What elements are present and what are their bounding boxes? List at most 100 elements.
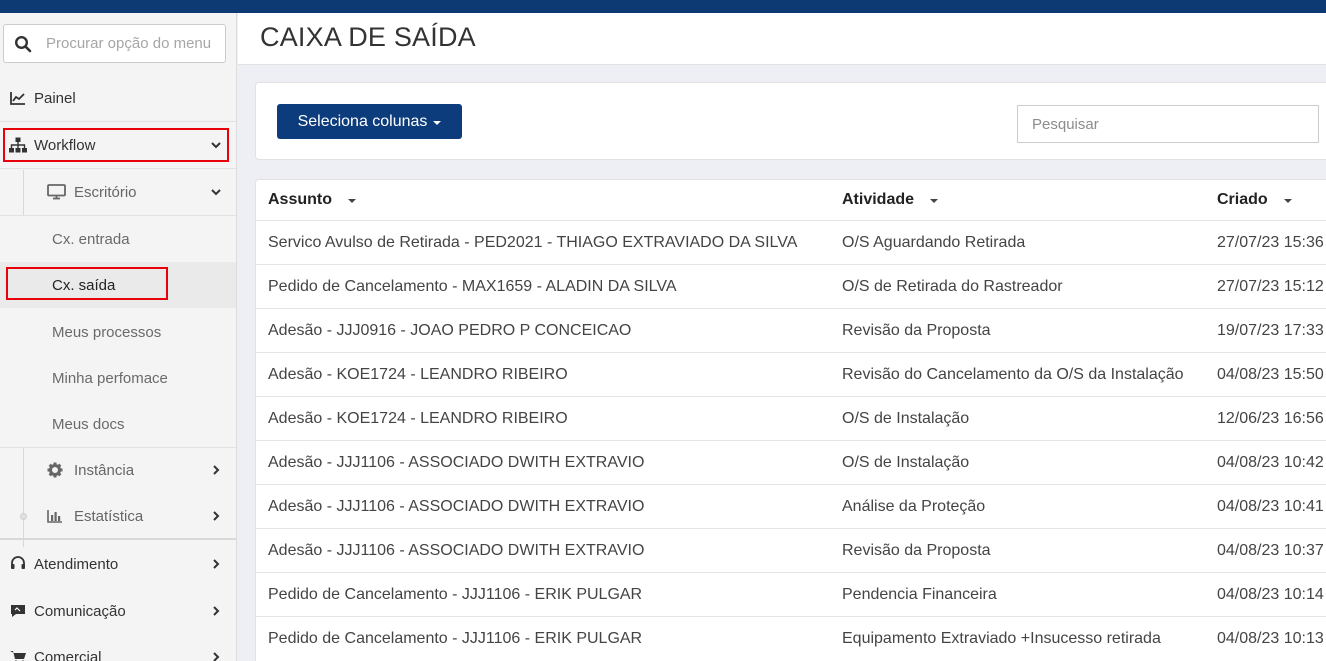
sidebar-item-comunicacao[interactable]: Comunicação bbox=[0, 589, 236, 633]
chevron-right-icon bbox=[213, 652, 220, 661]
cell-criado: 27/07/23 15:12 bbox=[1217, 278, 1324, 295]
column-header-assunto[interactable]: Assunto bbox=[268, 180, 356, 220]
chevron-right-icon bbox=[213, 606, 220, 616]
sidebar-item-comercial[interactable]: Comercial bbox=[0, 635, 236, 661]
outbox-table: Assunto Atividade Criado Servico Avulso … bbox=[255, 179, 1326, 661]
table-row[interactable]: Pedido de Cancelamento - JJJ1106 - ERIK … bbox=[256, 572, 1326, 616]
line-chart-icon bbox=[9, 89, 27, 107]
cart-icon bbox=[9, 648, 27, 661]
cell-atividade: Revisão da Proposta bbox=[842, 322, 991, 339]
table-row[interactable]: Adesão - JJJ1106 - ASSOCIADO DWITH EXTRA… bbox=[256, 440, 1326, 484]
sidebar-item-label: Meus processos bbox=[52, 323, 162, 341]
cell-criado: 04/08/23 10:41 bbox=[1217, 498, 1324, 515]
cell-criado: 04/08/23 10:13 bbox=[1217, 630, 1324, 647]
highlight-box-workflow bbox=[3, 128, 229, 162]
cell-assunto: Adesão - KOE1724 - LEANDRO RIBEIRO bbox=[268, 366, 568, 383]
sidebar-item-label: Meus docs bbox=[52, 415, 125, 433]
cell-criado: 04/08/23 10:37 bbox=[1217, 542, 1324, 559]
sidebar-item-meus-processos[interactable]: Meus processos bbox=[0, 309, 236, 355]
toolbar-card: Seleciona colunas bbox=[255, 82, 1326, 160]
search-icon bbox=[14, 35, 32, 53]
sidebar-item-meus-docs[interactable]: Meus docs bbox=[0, 401, 236, 447]
sort-caret-icon bbox=[930, 199, 939, 203]
chat-icon bbox=[9, 602, 27, 620]
sidebar-item-atendimento[interactable]: Atendimento bbox=[0, 542, 236, 586]
chevron-right-icon bbox=[213, 465, 220, 475]
cell-assunto: Servico Avulso de Retirada - PED2021 - T… bbox=[268, 234, 798, 251]
table-row[interactable]: Adesão - JJJ1106 - ASSOCIADO DWITH EXTRA… bbox=[256, 484, 1326, 528]
sidebar-group-instancia[interactable]: Instância bbox=[0, 447, 236, 493]
chevron-down-icon bbox=[211, 189, 221, 196]
chevron-right-icon bbox=[213, 511, 220, 521]
sidebar-item-label: Cx. entrada bbox=[52, 230, 130, 248]
cell-assunto: Pedido de Cancelamento - JJJ1106 - ERIK … bbox=[268, 586, 643, 603]
sort-caret-icon bbox=[1283, 199, 1292, 203]
cell-atividade: Pendencia Financeira bbox=[842, 586, 997, 603]
sidebar-item-painel[interactable]: Painel bbox=[0, 76, 236, 120]
table-row[interactable]: Adesão - JJJ0916 - JOAO PEDRO P CONCEICA… bbox=[256, 308, 1326, 352]
cell-assunto: Adesão - KOE1724 - LEANDRO RIBEIRO bbox=[268, 410, 568, 427]
sidebar-group-label: Escritório bbox=[74, 183, 137, 201]
sidebar: Painel Workflow Escritório Cx. entrada C… bbox=[0, 13, 237, 661]
sidebar-group-label: Estatística bbox=[74, 507, 144, 525]
cell-assunto: Pedido de Cancelamento - JJJ1106 - ERIK … bbox=[268, 630, 643, 647]
page-header: CAIXA DE SAÍDA bbox=[238, 13, 1326, 65]
cell-atividade: Equipamento Extraviado +Insucesso retira… bbox=[842, 630, 1161, 647]
cell-assunto: Adesão - JJJ1106 - ASSOCIADO DWITH EXTRA… bbox=[268, 542, 645, 559]
cell-atividade: Análise da Proteção bbox=[842, 498, 986, 515]
chevron-right-icon bbox=[213, 559, 220, 569]
monitor-icon bbox=[47, 184, 66, 200]
column-header-label: Atividade bbox=[842, 191, 915, 208]
cell-atividade: Revisão da Proposta bbox=[842, 542, 991, 559]
sidebar-item-label: Comercial bbox=[34, 648, 102, 661]
headset-icon bbox=[9, 555, 27, 573]
sidebar-item-label: Atendimento bbox=[34, 555, 119, 573]
cell-criado: 04/08/23 10:14 bbox=[1217, 586, 1324, 603]
cell-assunto: Pedido de Cancelamento - MAX1659 - ALADI… bbox=[268, 278, 677, 295]
cell-assunto: Adesão - JJJ1106 - ASSOCIADO DWITH EXTRA… bbox=[268, 454, 645, 471]
table-row[interactable]: Servico Avulso de Retirada - PED2021 - T… bbox=[256, 220, 1326, 264]
cell-criado: 12/06/23 16:56 bbox=[1217, 410, 1324, 427]
cell-atividade: O/S de Retirada do Rastreador bbox=[842, 278, 1063, 295]
sidebar-item-label: Comunicação bbox=[34, 602, 126, 620]
sidebar-item-cx-entrada[interactable]: Cx. entrada bbox=[0, 216, 236, 262]
sidebar-item-label: Minha perfomace bbox=[52, 369, 168, 387]
table-search-input[interactable] bbox=[1017, 105, 1319, 143]
sort-caret-icon bbox=[348, 199, 356, 203]
cell-criado: 19/07/23 17:33 bbox=[1217, 322, 1324, 339]
sidebar-group-escritorio[interactable]: Escritório bbox=[0, 169, 236, 215]
sidebar-group-estatistica[interactable]: Estatística bbox=[0, 493, 236, 539]
cell-criado: 04/08/23 10:42 bbox=[1217, 454, 1324, 471]
column-header-atividade[interactable]: Atividade bbox=[842, 180, 939, 220]
cell-atividade: O/S Aguardando Retirada bbox=[842, 234, 1026, 251]
menu-search-input[interactable] bbox=[46, 29, 224, 58]
cell-atividade: O/S de Instalação bbox=[842, 410, 970, 427]
cell-atividade: Revisão do Cancelamento da O/S da Instal… bbox=[842, 366, 1184, 383]
column-header-label: Criado bbox=[1217, 191, 1268, 208]
sidebar-item-minha-performance[interactable]: Minha perfomace bbox=[0, 355, 236, 401]
table-row[interactable]: Pedido de Cancelamento - JJJ1106 - ERIK … bbox=[256, 616, 1326, 660]
column-header-label: Assunto bbox=[268, 191, 332, 208]
cell-criado: 27/07/23 15:36 bbox=[1217, 234, 1324, 251]
sidebar-item-label: Painel bbox=[34, 89, 76, 107]
menu-search-box[interactable] bbox=[3, 24, 226, 63]
cell-assunto: Adesão - JJJ1106 - ASSOCIADO DWITH EXTRA… bbox=[268, 498, 645, 515]
table-row[interactable]: Pedido de Cancelamento - MAX1659 - ALADI… bbox=[256, 264, 1326, 308]
main-content: CAIXA DE SAÍDA Seleciona colunas Assunto… bbox=[238, 13, 1326, 661]
highlight-box-cx-saida bbox=[6, 267, 168, 300]
table-row[interactable]: Adesão - KOE1724 - LEANDRO RIBEIRO Revis… bbox=[256, 352, 1326, 396]
gear-icon bbox=[47, 462, 66, 478]
sidebar-group-label: Instância bbox=[74, 461, 135, 479]
caret-down-icon bbox=[433, 120, 442, 125]
bar-chart-icon bbox=[47, 508, 66, 524]
select-columns-button[interactable]: Seleciona colunas bbox=[277, 104, 462, 139]
column-header-criado[interactable]: Criado bbox=[1217, 180, 1292, 220]
table-row[interactable]: Adesão - KOE1724 - LEANDRO RIBEIRO O/S d… bbox=[256, 396, 1326, 440]
page-title: CAIXA DE SAÍDA bbox=[260, 22, 476, 52]
cell-assunto: Adesão - JJJ0916 - JOAO PEDRO P CONCEICA… bbox=[268, 322, 632, 339]
table-row[interactable]: Adesão - JJJ1106 - ASSOCIADO DWITH EXTRA… bbox=[256, 528, 1326, 572]
cell-criado: 04/08/23 15:50 bbox=[1217, 366, 1324, 383]
top-bar bbox=[0, 0, 1326, 13]
cell-atividade: O/S de Instalação bbox=[842, 454, 970, 471]
select-columns-label: Seleciona colunas bbox=[297, 112, 428, 130]
